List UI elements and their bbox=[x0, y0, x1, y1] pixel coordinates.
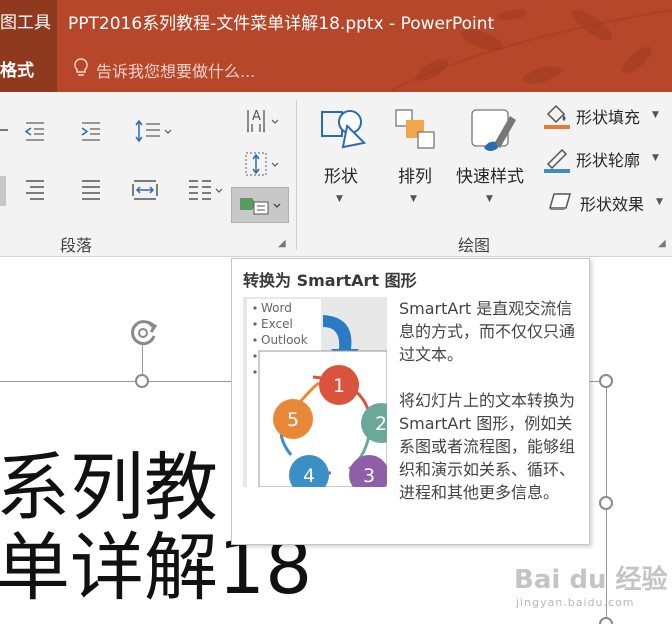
resize-handle-top[interactable] bbox=[135, 374, 149, 388]
baidu-watermark-icon: Bai du 经验 bbox=[514, 564, 668, 595]
cycle-label-4: 4 bbox=[303, 465, 315, 487]
quick-styles-dropdown-icon[interactable]: ▼ bbox=[486, 194, 493, 204]
picture-tools-tab[interactable]: 图工具 格式 bbox=[0, 0, 57, 92]
thumb-bullet-word: Word bbox=[261, 301, 292, 315]
arrange-icon[interactable] bbox=[394, 106, 438, 152]
align-right-icon[interactable] bbox=[22, 178, 48, 202]
shapes-icon[interactable] bbox=[318, 106, 366, 152]
drawing-launcher-icon[interactable]: ◢ bbox=[658, 238, 666, 249]
text-direction-icon[interactable]: A bbox=[244, 106, 284, 136]
cycle-label-2: 2 bbox=[375, 413, 387, 435]
quick-styles-icon[interactable] bbox=[470, 106, 518, 154]
svg-text:A: A bbox=[252, 109, 261, 124]
tooltip-description-2: 将幻灯片上的文本转换为 SmartArt 图形，例如关系图或者流程图，能够组织和… bbox=[399, 391, 576, 502]
shape-effects-dropdown-icon[interactable]: ▼ bbox=[656, 197, 663, 207]
resize-handle-right[interactable] bbox=[599, 496, 613, 510]
picture-tools-label: 图工具 bbox=[0, 13, 51, 33]
align-text-icon[interactable] bbox=[244, 150, 284, 178]
tell-me-search[interactable]: 告诉我您想要做什么... bbox=[96, 58, 255, 82]
quick-styles-label[interactable]: 快速样式 bbox=[456, 162, 524, 187]
shape-fill-dropdown-icon[interactable]: ▼ bbox=[652, 110, 659, 120]
shapes-label[interactable]: 形状 bbox=[324, 162, 358, 187]
columns-icon[interactable] bbox=[186, 178, 226, 202]
distributed-icon[interactable] bbox=[130, 178, 160, 202]
decrease-indent-icon[interactable] bbox=[22, 120, 48, 142]
convert-to-smartart-button[interactable] bbox=[231, 187, 289, 223]
paragraph-group-label: 段落 bbox=[60, 236, 93, 255]
cycle-label-5: 5 bbox=[287, 409, 299, 431]
shape-outline-icon[interactable] bbox=[542, 144, 572, 174]
arrange-label[interactable]: 排列 bbox=[398, 162, 432, 187]
arrange-dropdown-icon[interactable]: ▼ bbox=[410, 194, 417, 204]
rotate-handle-icon[interactable] bbox=[126, 316, 160, 350]
shape-effects-label[interactable]: 形状效果 bbox=[580, 191, 644, 215]
shape-fill-icon[interactable] bbox=[542, 100, 572, 130]
paragraph-launcher-icon[interactable]: ◢ bbox=[278, 238, 286, 249]
tooltip-title: 转换为 SmartArt 图形 bbox=[243, 271, 417, 290]
shape-effects-icon[interactable] bbox=[546, 190, 574, 212]
watermark-brand: Bai du 经验 bbox=[514, 564, 668, 595]
watermark-url: jingyan.baidu.com bbox=[516, 596, 635, 609]
thumb-bullet-outlook: Outlook bbox=[261, 333, 308, 347]
resize-handle-top-right[interactable] bbox=[599, 374, 613, 388]
line-spacing-icon[interactable] bbox=[134, 118, 174, 144]
shape-outline-label[interactable]: 形状轮廓 bbox=[576, 147, 640, 171]
thumb-bullet-excel: Excel bbox=[261, 317, 293, 331]
group-separator bbox=[296, 100, 297, 250]
cycle-label-3: 3 bbox=[363, 465, 375, 487]
increase-indent-icon[interactable] bbox=[78, 120, 104, 142]
tooltip-description: SmartArt 是直观交流信息的方式，而不仅仅只通过文本。 将幻灯片上的文本转… bbox=[399, 297, 585, 527]
title-bar: 图工具 格式 PPT2016系列教程-文件菜单详解18.pptx - Power… bbox=[0, 0, 672, 92]
chevron-left-icon[interactable] bbox=[0, 120, 10, 140]
convert-to-smartart-icon bbox=[240, 198, 281, 215]
drawing-group-label: 绘图 bbox=[458, 236, 491, 255]
cycle-label-1: 1 bbox=[333, 375, 345, 397]
smartart-tooltip: 转换为 SmartArt 图形 Word Excel Outlook 1 2 3… bbox=[231, 258, 590, 545]
ribbon: A 段落 ◢ 形状 ▼ 排列 ▼ 快速样式 ▼ 形状填充 ▼ 形状轮廓 ▼ 形状… bbox=[0, 92, 672, 257]
shape-outline-dropdown-icon[interactable]: ▼ bbox=[652, 153, 659, 163]
justify-icon[interactable] bbox=[78, 178, 104, 202]
shape-fill-label[interactable]: 形状填充 bbox=[576, 104, 640, 128]
lightbulb-icon bbox=[74, 58, 88, 76]
format-tab[interactable]: 格式 bbox=[0, 56, 34, 81]
align-left-button-partial[interactable] bbox=[0, 176, 6, 206]
shapes-dropdown-icon[interactable]: ▼ bbox=[336, 194, 343, 204]
tooltip-description-1: SmartArt 是直观交流信息的方式，而不仅仅只通过文本。 bbox=[399, 299, 576, 364]
smartart-preview-icon: Word Excel Outlook 1 2 3 4 5 bbox=[243, 297, 387, 487]
document-title: PPT2016系列教程-文件菜单详解18.pptx - PowerPoint bbox=[68, 14, 495, 34]
